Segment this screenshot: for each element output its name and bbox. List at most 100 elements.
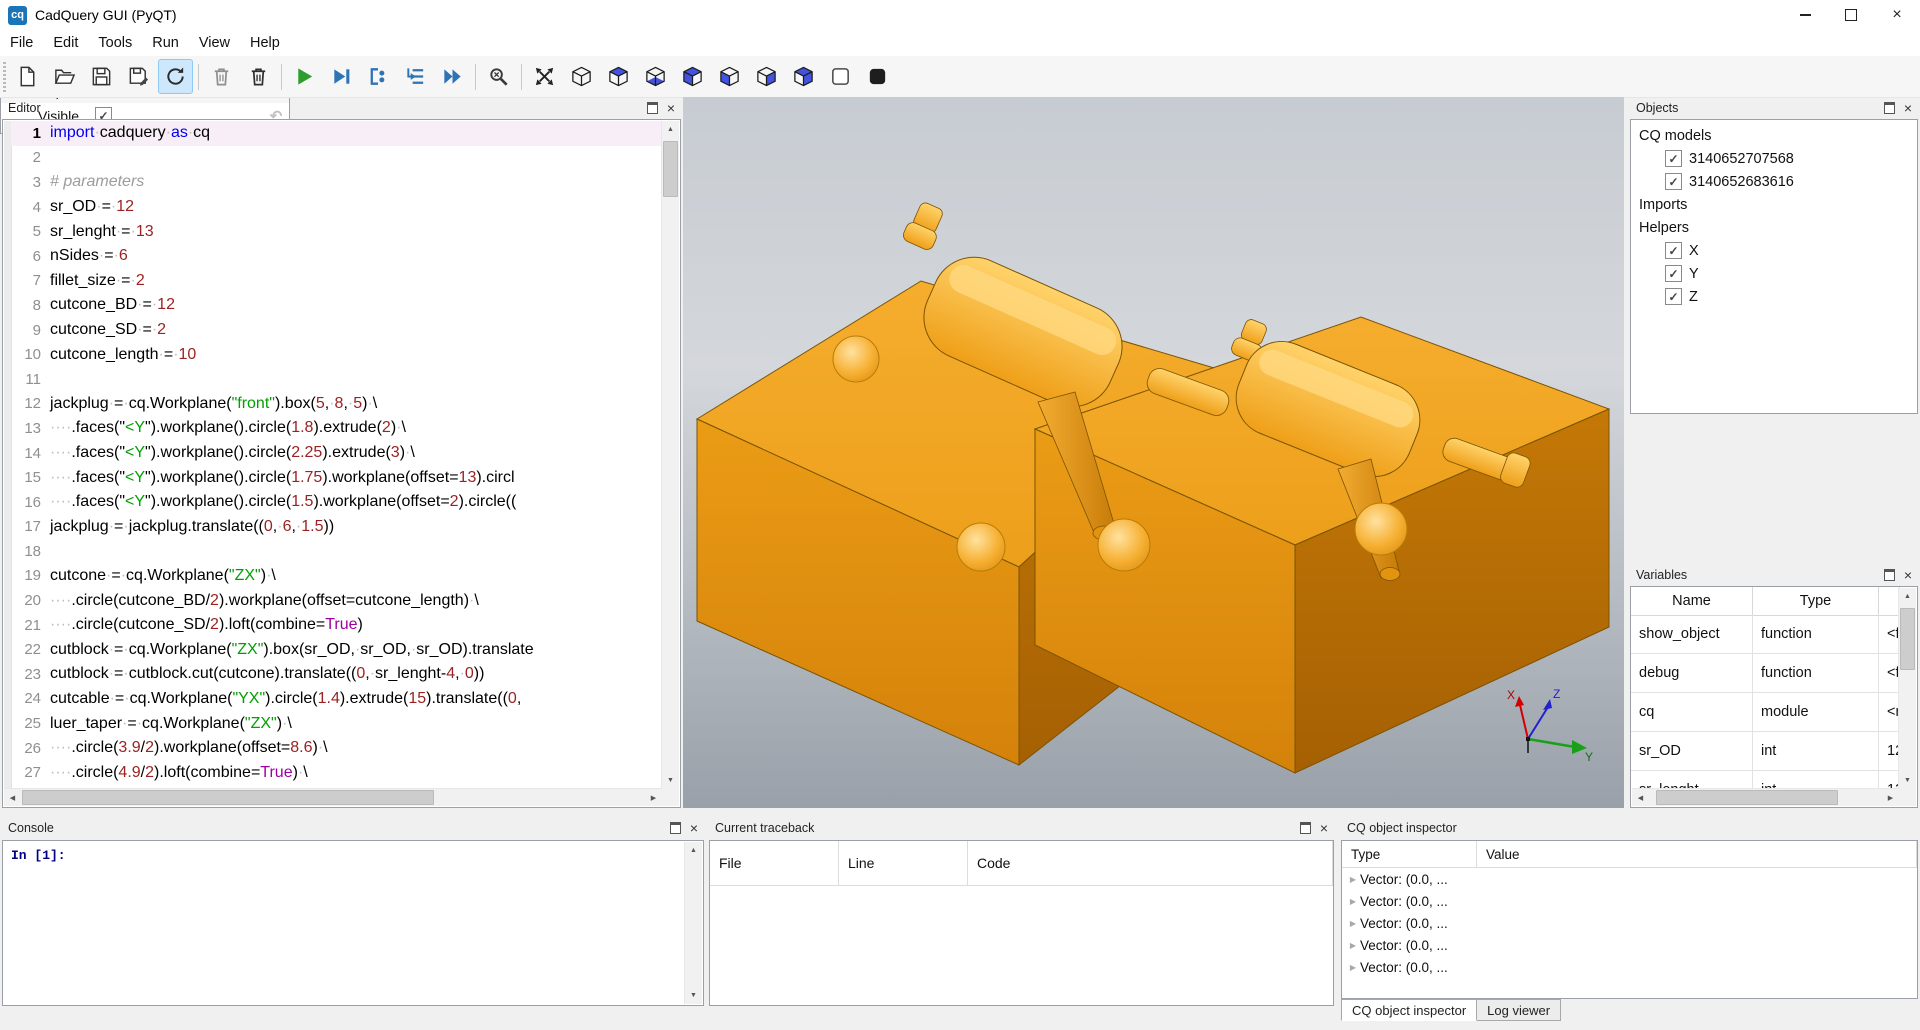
scroll-down-icon[interactable]: ▼ bbox=[1899, 772, 1916, 789]
scroll-left-icon[interactable]: ◀ bbox=[4, 789, 21, 806]
open-script-button[interactable] bbox=[47, 59, 82, 94]
expand-chevron-icon[interactable]: ▶ bbox=[1346, 919, 1360, 928]
expand-chevron-icon[interactable]: ▶ bbox=[1346, 941, 1360, 950]
scroll-up-icon[interactable]: ▲ bbox=[685, 842, 702, 859]
scroll-right-icon[interactable]: ▶ bbox=[645, 789, 662, 806]
delete-object-button[interactable] bbox=[241, 59, 276, 94]
inspector-row[interactable]: ▶Vector: (0.0, ... bbox=[1342, 956, 1917, 978]
inspect-button[interactable] bbox=[481, 59, 516, 94]
view-right-button[interactable] bbox=[749, 59, 784, 94]
inspector-table-header[interactable]: TypeValue bbox=[1342, 841, 1917, 868]
traceback-header-line[interactable]: Line bbox=[839, 841, 968, 885]
expand-chevron-icon[interactable]: ▶ bbox=[1346, 897, 1360, 906]
scrollbar-thumb[interactable] bbox=[1656, 790, 1838, 805]
traceback-header-file[interactable]: File bbox=[710, 841, 839, 885]
code-area[interactable]: 1import·cadquery·as·cq23# parameters4sr_… bbox=[11, 121, 662, 789]
view-top-button[interactable] bbox=[601, 59, 636, 94]
close-panel-icon[interactable]: × bbox=[1320, 821, 1328, 835]
new-script-button[interactable] bbox=[10, 59, 45, 94]
variables-header-value[interactable] bbox=[1879, 587, 1900, 615]
checkbox[interactable]: ✓ bbox=[1665, 288, 1682, 305]
tree-item-imports[interactable]: Imports bbox=[1631, 193, 1917, 216]
checkbox[interactable]: ✓ bbox=[1665, 150, 1682, 167]
save-script-button[interactable] bbox=[84, 59, 119, 94]
inspector-row[interactable]: ▶Vector: (0.0, ... bbox=[1342, 912, 1917, 934]
inspector-header-type[interactable]: Type bbox=[1342, 841, 1477, 867]
float-panel-icon[interactable] bbox=[1300, 822, 1311, 834]
float-panel-icon[interactable] bbox=[1884, 102, 1895, 114]
float-panel-icon[interactable] bbox=[670, 822, 681, 834]
float-panel-icon[interactable] bbox=[647, 102, 658, 114]
continue-button[interactable] bbox=[435, 59, 470, 94]
expand-chevron-icon[interactable]: ▶ bbox=[1346, 875, 1360, 884]
checkbox[interactable]: ✓ bbox=[1665, 173, 1682, 190]
tree-item-cq-models[interactable]: CQ models bbox=[1631, 124, 1917, 147]
scroll-down-icon[interactable]: ▼ bbox=[662, 772, 679, 789]
menu-item-tools[interactable]: Tools bbox=[88, 30, 142, 56]
variable-row[interactable]: sr_ODint12 bbox=[1631, 732, 1900, 771]
scroll-down-icon[interactable]: ▼ bbox=[685, 987, 702, 1004]
menu-item-file[interactable]: File bbox=[0, 30, 43, 56]
traceback-header-code[interactable]: Code bbox=[968, 841, 1333, 885]
view-front-button[interactable] bbox=[675, 59, 710, 94]
console-body[interactable]: In [1]: ▲ ▼ bbox=[2, 840, 704, 1006]
checkbox[interactable]: ✓ bbox=[1665, 242, 1682, 259]
variable-row[interactable]: show_objectfunction<f bbox=[1631, 615, 1900, 654]
scroll-left-icon[interactable]: ◀ bbox=[1632, 789, 1649, 806]
variables-horizontal-scrollbar[interactable]: ◀ ▶ bbox=[1632, 788, 1899, 806]
editor-body[interactable]: 1import·cadquery·as·cq23# parameters4sr_… bbox=[2, 119, 681, 808]
checkbox[interactable]: ✓ bbox=[1665, 265, 1682, 282]
expand-chevron-icon[interactable]: ▶ bbox=[1346, 963, 1360, 972]
close-panel-icon[interactable]: × bbox=[1904, 568, 1912, 582]
clear-objects-button[interactable] bbox=[204, 59, 239, 94]
variable-row[interactable]: debugfunction<f bbox=[1631, 654, 1900, 693]
menu-item-run[interactable]: Run bbox=[142, 30, 189, 56]
inspector-row[interactable]: ▶Vector: (0.0, ... bbox=[1342, 868, 1917, 890]
close-panel-icon[interactable]: × bbox=[667, 101, 675, 115]
menu-item-edit[interactable]: Edit bbox=[43, 30, 88, 56]
close-button[interactable]: × bbox=[1874, 0, 1920, 30]
scrollbar-thumb[interactable] bbox=[22, 790, 434, 805]
tree-item-y[interactable]: ✓Y bbox=[1631, 262, 1917, 285]
view-left-button[interactable] bbox=[712, 59, 747, 94]
scroll-right-icon[interactable]: ▶ bbox=[1882, 789, 1899, 806]
view-iso-button[interactable] bbox=[564, 59, 599, 94]
variables-header-type[interactable]: Type bbox=[1753, 587, 1879, 615]
variables-header-name[interactable]: Name bbox=[1631, 587, 1753, 615]
variables-table-header[interactable]: NameType bbox=[1631, 587, 1900, 616]
traceback-table-header[interactable]: FileLineCode bbox=[710, 841, 1333, 886]
scroll-up-icon[interactable]: ▲ bbox=[662, 121, 679, 138]
close-panel-icon[interactable]: × bbox=[690, 821, 698, 835]
inspector-row[interactable]: ▶Vector: (0.0, ... bbox=[1342, 934, 1917, 956]
minimize-button[interactable] bbox=[1782, 0, 1828, 30]
step-over-button[interactable] bbox=[398, 59, 433, 94]
editor-horizontal-scrollbar[interactable]: ◀ ▶ bbox=[4, 788, 662, 806]
scrollbar-thumb[interactable] bbox=[1900, 608, 1915, 670]
save-as-script-button[interactable] bbox=[121, 59, 156, 94]
editor-vertical-scrollbar[interactable]: ▲ ▼ bbox=[661, 121, 679, 789]
float-panel-icon[interactable] bbox=[1884, 569, 1895, 581]
fit-view-button[interactable] bbox=[527, 59, 562, 94]
variable-row[interactable]: cqmodule<m bbox=[1631, 693, 1900, 732]
tab-log-viewer[interactable]: Log viewer bbox=[1477, 999, 1561, 1021]
maximize-button[interactable] bbox=[1828, 0, 1874, 30]
render-button[interactable] bbox=[287, 59, 322, 94]
inspector-row[interactable]: ▶Vector: (0.0, ... bbox=[1342, 890, 1917, 912]
toolbar-drag-handle[interactable] bbox=[3, 62, 6, 92]
toggle-breakpoint-button[interactable] bbox=[361, 59, 396, 94]
tree-item-3140652707568[interactable]: ✓3140652707568 bbox=[1631, 147, 1917, 170]
close-panel-icon[interactable]: × bbox=[1904, 101, 1912, 115]
3d-viewport[interactable]: X Z Y bbox=[683, 97, 1624, 808]
tree-item-helpers[interactable]: Helpers bbox=[1631, 216, 1917, 239]
tree-item-3140652683616[interactable]: ✓3140652683616 bbox=[1631, 170, 1917, 193]
menu-item-view[interactable]: View bbox=[189, 30, 240, 56]
shaded-mode-button[interactable] bbox=[860, 59, 895, 94]
view-back-button[interactable] bbox=[786, 59, 821, 94]
cad-model-canvas[interactable]: X Z Y bbox=[683, 97, 1624, 808]
scroll-up-icon[interactable]: ▲ bbox=[1899, 588, 1916, 605]
view-bottom-button[interactable] bbox=[638, 59, 673, 94]
tree-item-z[interactable]: ✓Z bbox=[1631, 285, 1917, 308]
scrollbar-thumb[interactable] bbox=[663, 141, 678, 197]
tree-item-x[interactable]: ✓X bbox=[1631, 239, 1917, 262]
debug-button[interactable] bbox=[324, 59, 359, 94]
